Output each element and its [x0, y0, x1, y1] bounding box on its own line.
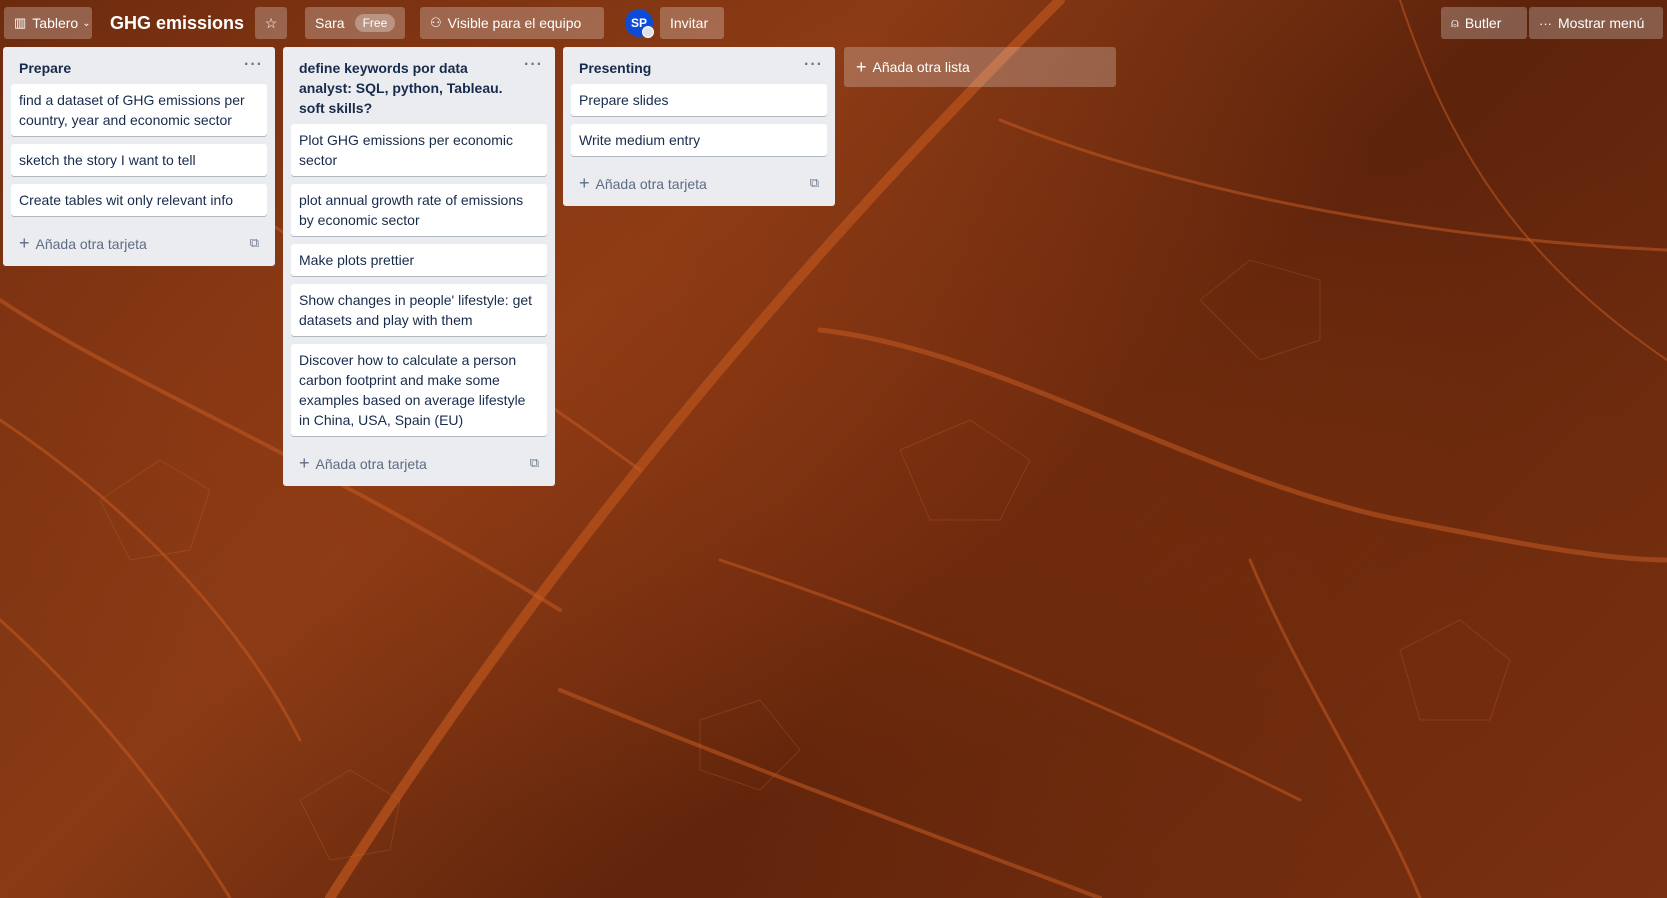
card[interactable]: Discover how to calculate a person carbo… [291, 344, 547, 436]
add-list-label: Añada otra lista [872, 59, 970, 75]
invite-button[interactable]: Invitar [660, 7, 724, 39]
add-card-button[interactable]: + Añada otra tarjeta ⧉ [291, 444, 547, 478]
add-card-button[interactable]: + Añada otra tarjeta ⧉ [11, 224, 267, 258]
team-name: Sara [315, 15, 345, 31]
card[interactable]: find a dataset of GHG emissions per coun… [11, 84, 267, 136]
list-header[interactable]: Prepare ··· [11, 47, 267, 84]
board-icon: ▥ [14, 15, 27, 30]
more-dots-icon[interactable]: ··· [804, 55, 823, 75]
add-card-label: Añada otra tarjeta [595, 175, 707, 192]
card[interactable]: sketch the story I want to tell [11, 144, 267, 176]
list-presenting: Presenting ··· Prepare slides Write medi… [563, 47, 835, 206]
list-title[interactable]: define keywords por data analyst: SQL, p… [299, 60, 503, 116]
plan-badge: Free [354, 14, 396, 32]
plus-icon: + [579, 172, 590, 193]
add-card-label: Añada otra tarjeta [315, 455, 427, 472]
card-template-icon[interactable]: ⧉ [810, 175, 819, 191]
card[interactable]: Create tables wit only relevant info [11, 184, 267, 216]
visibility-label: Visible para el equipo [447, 15, 582, 31]
visibility-button[interactable]: ⚇ Visible para el equipo [420, 7, 604, 39]
card[interactable]: Prepare slides [571, 84, 827, 116]
list-prepare: Prepare ··· find a dataset of GHG emissi… [3, 47, 275, 266]
add-card-button[interactable]: + Añada otra tarjeta ⧉ [571, 164, 827, 198]
butler-button[interactable]: ⍝ Butler [1441, 7, 1527, 39]
plus-icon: + [856, 56, 867, 77]
butler-label: Butler [1464, 15, 1502, 31]
star-icon: ☆ [264, 14, 278, 31]
list-title[interactable]: Prepare [19, 60, 71, 76]
add-card-label: Añada otra tarjeta [35, 235, 147, 252]
list-header[interactable]: Presenting ··· [571, 47, 827, 84]
more-dots-icon: ··· [1539, 15, 1552, 31]
card-template-icon[interactable]: ⧉ [250, 235, 259, 251]
card[interactable]: Plot GHG emissions per economic sector [291, 124, 547, 176]
avatar-badge [642, 26, 654, 38]
board-menu-label: Tablero [32, 15, 79, 31]
card[interactable]: plot annual growth rate of emissions by … [291, 184, 547, 236]
add-list-button[interactable]: + Añada otra lista [844, 47, 1116, 87]
card-template-icon[interactable]: ⧉ [530, 455, 539, 471]
more-dots-icon[interactable]: ··· [524, 55, 543, 75]
board-title[interactable]: GHG emissions [110, 7, 244, 39]
team-visibility-icon: ⚇ [430, 15, 442, 30]
board-menu-button[interactable]: ▥ Tablero ⌄ [4, 7, 92, 39]
card[interactable]: Make plots prettier [291, 244, 547, 276]
list-title[interactable]: Presenting [579, 60, 651, 76]
board-header: ▥ Tablero ⌄ GHG emissions ☆ Sara Free ⚇ … [0, 0, 1667, 44]
chevron-down-icon: ⌄ [82, 17, 91, 29]
show-menu-button[interactable]: ··· Mostrar menú [1529, 7, 1663, 39]
plus-icon: + [19, 232, 30, 253]
card[interactable]: Write medium entry [571, 124, 827, 156]
more-dots-icon[interactable]: ··· [244, 55, 263, 75]
butler-bell-icon: ⍝ [1451, 15, 1459, 30]
team-button[interactable]: Sara Free [305, 7, 405, 39]
star-button[interactable]: ☆ [255, 7, 287, 39]
list-header[interactable]: define keywords por data analyst: SQL, p… [291, 47, 547, 124]
plus-icon: + [299, 452, 310, 473]
invite-label: Invitar [670, 15, 709, 31]
list-keywords: define keywords por data analyst: SQL, p… [283, 47, 555, 486]
avatar[interactable]: SP [625, 9, 654, 38]
card[interactable]: Show changes in people' lifestyle: get d… [291, 284, 547, 336]
show-menu-label: Mostrar menú [1558, 15, 1645, 31]
